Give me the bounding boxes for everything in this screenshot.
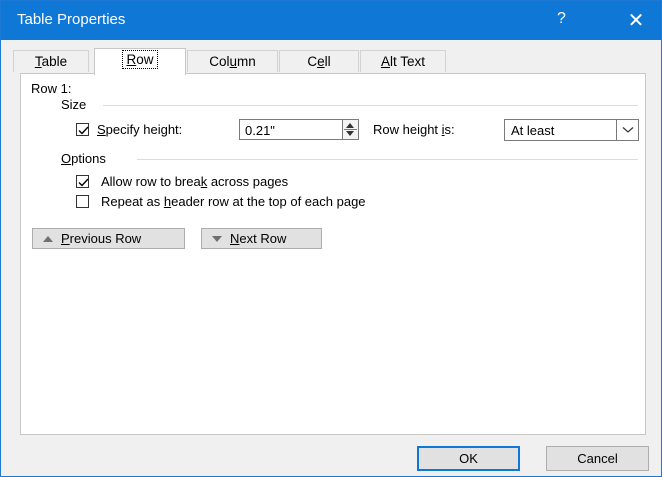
tab-strip: Table Row Column Cell Alt Text: [1, 48, 661, 75]
close-button[interactable]: ✕: [619, 5, 653, 35]
repeat-header-checkbox[interactable]: [76, 195, 89, 208]
spinner-buttons[interactable]: [342, 120, 358, 139]
height-spinner[interactable]: 0.21": [239, 119, 359, 140]
title-bar: Table Properties ? ✕: [1, 1, 661, 40]
row-height-mode-value: At least: [511, 123, 555, 138]
size-separator: [103, 105, 638, 106]
repeat-header-label[interactable]: Repeat as header row at the top of each …: [101, 194, 366, 209]
row-height-mode-select[interactable]: At least: [504, 119, 639, 141]
options-group-label: Options: [61, 151, 106, 166]
tab-table[interactable]: Table: [13, 50, 89, 72]
close-icon: ✕: [627, 9, 645, 32]
tab-cell[interactable]: Cell: [279, 50, 359, 72]
allow-break-label[interactable]: Allow row to break across pages: [101, 174, 288, 189]
dialog-title: Table Properties: [17, 11, 126, 28]
spin-up-icon[interactable]: [346, 123, 354, 128]
checkmark-icon: [78, 178, 89, 187]
height-value[interactable]: 0.21": [245, 123, 275, 138]
ok-button[interactable]: OK: [417, 446, 520, 471]
cancel-button[interactable]: Cancel: [546, 446, 649, 471]
table-properties-dialog: Table Properties ? ✕ Table Row Column Ce…: [0, 0, 662, 477]
tab-row[interactable]: Row: [94, 48, 186, 75]
tab-column[interactable]: Column: [187, 50, 278, 72]
next-row-button[interactable]: Next Row: [201, 228, 322, 249]
spin-down-icon[interactable]: [346, 131, 354, 136]
tab-alt-text[interactable]: Alt Text: [360, 50, 446, 72]
help-button[interactable]: ?: [557, 10, 566, 28]
specify-height-label[interactable]: Specify height:: [97, 122, 182, 137]
checkmark-icon: [78, 126, 89, 135]
row-tab-panel: Row 1: Size Specify height: 0.21" Row he…: [20, 73, 646, 435]
previous-row-button[interactable]: Previous Row: [32, 228, 185, 249]
arrow-down-icon: [212, 236, 222, 243]
arrow-up-icon: [43, 235, 53, 242]
options-separator: [137, 159, 638, 160]
row-height-is-label: Row height is:: [373, 122, 455, 137]
allow-break-checkbox[interactable]: [76, 175, 89, 188]
specify-height-checkbox[interactable]: [76, 123, 89, 136]
size-group-label: Size: [61, 97, 87, 112]
chevron-down-icon[interactable]: [616, 120, 638, 140]
row-heading: Row 1:: [31, 81, 72, 96]
